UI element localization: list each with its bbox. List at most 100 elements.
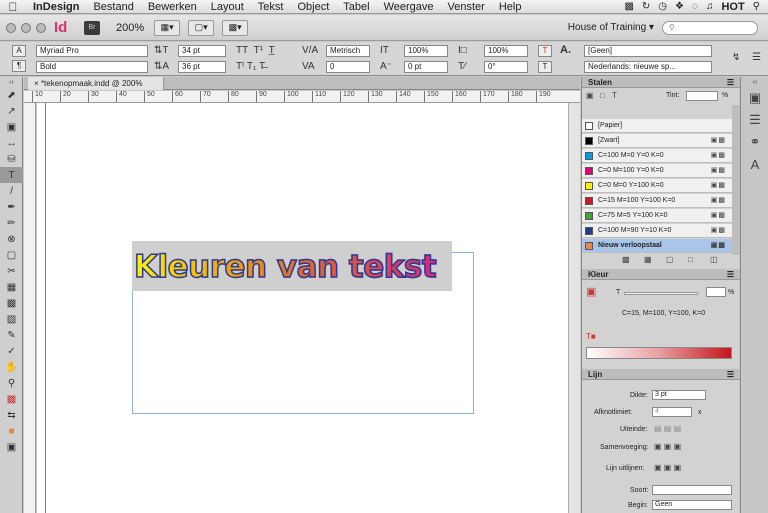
leading-field[interactable]: 36 pt	[178, 61, 226, 73]
pen-tool-icon[interactable]: ✒	[0, 199, 23, 215]
begin-field[interactable]: Geen	[652, 500, 732, 510]
stroke-swatch-icon[interactable]: □	[600, 91, 605, 100]
font-style-field[interactable]: Bold	[36, 61, 148, 73]
apple-icon[interactable]: 	[0, 0, 26, 14]
tracking-field[interactable]: 0	[326, 61, 370, 73]
zoom-level-dropdown[interactable]: 200%	[116, 22, 144, 34]
clock-icon[interactable]: ◷	[658, 1, 667, 12]
text-swatch-icon[interactable]: T	[612, 91, 617, 100]
view-options-button[interactable]: ▦▾	[154, 19, 181, 36]
kleur-tint-field[interactable]	[706, 287, 726, 297]
stalen-menu-icon[interactable]: ☰	[727, 77, 734, 88]
paragraph-formatting-button[interactable]: ¶	[12, 60, 26, 72]
document-tab[interactable]: × *tekenopmaak.indd @ 200%	[28, 77, 164, 90]
skew-field[interactable]: 0°	[484, 61, 528, 73]
menu-venster[interactable]: Venster	[441, 1, 492, 13]
swatch-row[interactable]: C=0 M=0 Y=100 K=0 ▣▩	[582, 179, 732, 193]
menu-tabel[interactable]: Tabel	[336, 1, 376, 13]
fill-swatch-icon[interactable]: ▣	[586, 91, 594, 100]
screen-mode-icon[interactable]: ▣	[0, 439, 23, 455]
page-tool-icon[interactable]: ▣	[0, 119, 23, 135]
tray-user-label[interactable]: HOT	[721, 1, 744, 13]
swatch-row[interactable]: C=0 M=100 Y=0 K=0 ▣▩	[582, 164, 732, 178]
kerning-field[interactable]: Metrisch	[326, 45, 370, 57]
character-formatting-button[interactable]: A	[12, 45, 26, 57]
kleur-panel-header[interactable]: Kleur ☰	[582, 269, 740, 280]
volume-icon[interactable]: ♫	[706, 1, 714, 12]
swatch-row[interactable]: C=15 M=100 Y=100 K=0 ▣▩	[582, 194, 732, 208]
screen-mode-button[interactable]: ▢▾	[188, 19, 215, 36]
rectangle-tool-icon[interactable]: ▢	[0, 247, 23, 263]
menu-tekst[interactable]: Tekst	[251, 1, 291, 13]
note-tool-icon[interactable]: ✎	[0, 327, 23, 343]
eyedropper-tool-icon[interactable]: ✓	[0, 343, 23, 359]
search-input[interactable]: ⚲	[662, 20, 758, 35]
headline-text[interactable]: Kleuren van tekst	[133, 248, 437, 286]
cap-buttons-icon[interactable]: ▤ ▤ ▤	[654, 424, 681, 433]
small-caps-icon[interactable]: Tᵗ T₁ T̶	[236, 61, 265, 72]
apply-gradient-icon[interactable]: ■	[0, 423, 23, 439]
language-field[interactable]: Nederlands: nieuwe sp...	[584, 61, 712, 73]
menu-help[interactable]: Help	[492, 1, 529, 13]
selection-tool-icon[interactable]: ⬈	[0, 87, 23, 103]
all-caps-icon[interactable]: TT T¹ T̲	[236, 45, 275, 56]
show-swatches-icon[interactable]: ▩	[622, 255, 630, 264]
swatch-row[interactable]: Nieuw verloopstaal ▣▩	[582, 239, 732, 253]
sync-icon[interactable]: ▩	[624, 1, 633, 12]
layers-panel-icon[interactable]: ☰	[741, 109, 768, 131]
new-color-group-icon[interactable]: ▢	[666, 255, 674, 264]
swap-colors-icon[interactable]: ⇆	[0, 407, 23, 423]
font-size-field[interactable]: 34 pt	[178, 45, 226, 57]
afknotlimiet-field[interactable]: 4	[652, 407, 692, 417]
menu-bewerken[interactable]: Bewerken	[141, 1, 204, 13]
fill-stroke-icon[interactable]: ▩	[0, 391, 23, 407]
pencil-tool-icon[interactable]: ✏	[0, 215, 23, 231]
pages-panel-icon[interactable]: ▣	[741, 87, 768, 109]
horizontal-ruler[interactable]: 10 20 30 40 50 60 70 80 90 100 110 120 130 140 150 160 1…	[24, 91, 580, 103]
links-panel-icon[interactable]: ⚭	[741, 131, 768, 153]
bridge-button[interactable]: Br	[84, 20, 100, 35]
vertical-scale-field[interactable]: 100%	[404, 45, 448, 57]
refresh-icon[interactable]: ↻	[642, 1, 650, 12]
gap-tool-icon[interactable]: ↔	[0, 135, 23, 151]
swatch-views-icon[interactable]: ▦	[644, 255, 652, 264]
scissors-tool-icon[interactable]: ✂	[0, 263, 23, 279]
menu-layout[interactable]: Layout	[204, 1, 251, 13]
menu-object[interactable]: Object	[290, 1, 336, 13]
vertical-scrollbar[interactable]	[568, 103, 580, 513]
font-family-field[interactable]: Myriad Pro	[36, 45, 148, 57]
direct-selection-tool-icon[interactable]: ↗	[0, 103, 23, 119]
stalen-panel-header[interactable]: Stalen ☰	[582, 77, 740, 88]
bluetooth-icon[interactable]: ❖	[675, 1, 684, 12]
new-swatch-icon[interactable]: □	[688, 255, 693, 264]
swatch-row[interactable]: [Papier]	[582, 119, 732, 133]
menu-bestand[interactable]: Bestand	[86, 1, 140, 13]
document-canvas[interactable]: Kleuren van tekst	[37, 103, 568, 513]
lijn-menu-icon[interactable]: ☰	[727, 369, 734, 380]
wifi-icon[interactable]: ◌	[692, 1, 698, 12]
swatch-row[interactable]: [Zwart] ▣▩	[582, 134, 732, 148]
rectangle-frame-tool-icon[interactable]: ⊗	[0, 231, 23, 247]
kleur-spectrum[interactable]	[586, 347, 732, 359]
gradient-feather-tool-icon[interactable]: ▧	[0, 311, 23, 327]
fill-text-icon[interactable]: T	[538, 45, 552, 57]
tint-field[interactable]	[686, 91, 718, 101]
swatch-row[interactable]: C=75 M=5 Y=100 K=0 ▣▩	[582, 209, 732, 223]
minimize-window-icon[interactable]	[21, 22, 31, 33]
swatch-row[interactable]: C=100 M=0 Y=0 K=0 ▣▩	[582, 149, 732, 163]
zoom-tool-icon[interactable]: ⚲	[0, 375, 23, 391]
close-tab-icon[interactable]: ×	[34, 79, 39, 88]
workspace-switcher[interactable]: House of Training ▾	[568, 22, 654, 33]
menu-app[interactable]: InDesign	[26, 1, 86, 13]
spotlight-icon[interactable]: ⚲	[753, 1, 760, 12]
type-tool-icon[interactable]: T	[0, 167, 23, 183]
kleur-text-icon[interactable]: T■	[586, 332, 596, 341]
swatch-row[interactable]: C=100 M=90 Y=10 K=0 ▣▩	[582, 224, 732, 238]
stroke-text-icon[interactable]: T	[538, 61, 552, 73]
swatch-list-scrollbar[interactable]	[732, 105, 740, 255]
horizontal-scale-field[interactable]: 100%	[484, 45, 528, 57]
align-stroke-icon[interactable]: ▣ ▣ ▣	[654, 463, 681, 472]
gradient-swatch-tool-icon[interactable]: ▩	[0, 295, 23, 311]
content-collector-icon[interactable]: ⛁	[0, 151, 23, 167]
expand-dock-icon[interactable]: ‹‹	[741, 77, 768, 87]
